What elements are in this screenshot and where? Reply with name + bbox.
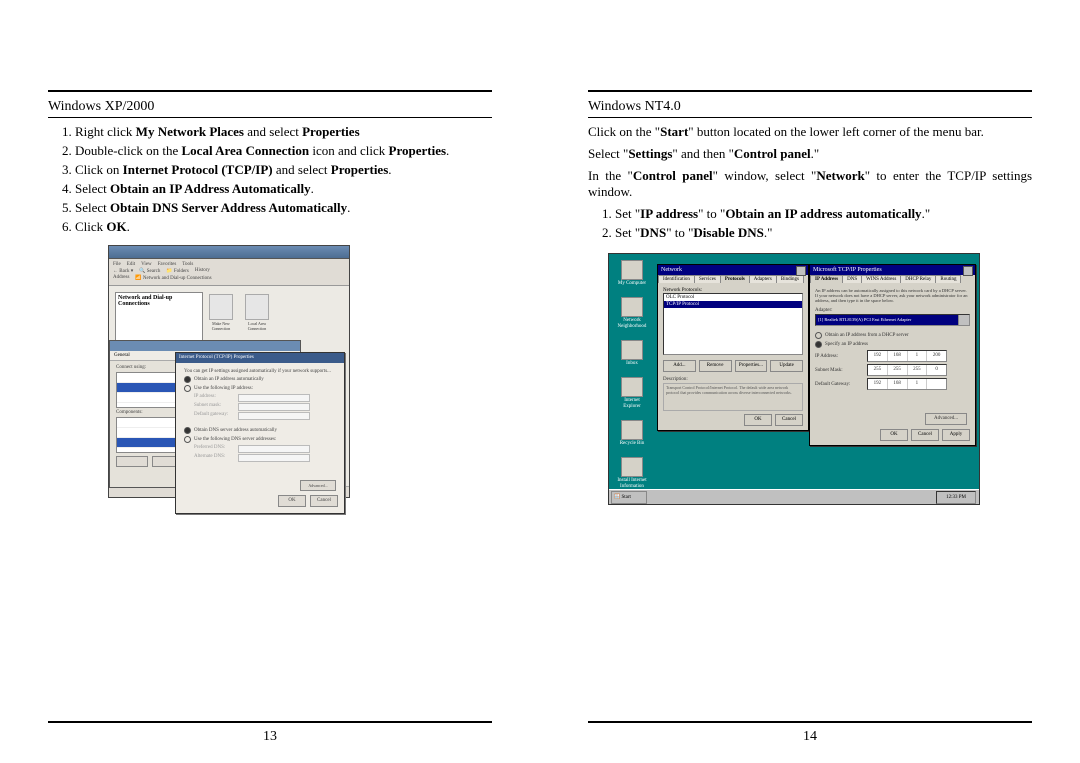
tab-services[interactable]: Services	[694, 275, 721, 283]
step-6: Click OK.	[75, 219, 492, 235]
step-1: Right click My Network Places and select…	[75, 124, 492, 140]
page-right: Windows NT4.0 Click on the "Start" butto…	[540, 0, 1080, 763]
dialog-title: Network	[661, 267, 682, 273]
local-area-connection-icon[interactable]: Local Area Connection	[245, 294, 269, 320]
description-text: Transport Control Protocol/Internet Prot…	[663, 383, 803, 411]
cancel-button[interactable]: Cancel	[911, 429, 939, 441]
make-new-connection-icon[interactable]: Make New Connection	[209, 294, 233, 320]
window-titlebar	[109, 246, 349, 259]
rule-top	[588, 90, 1032, 92]
adapter-label: Adapter:	[815, 308, 970, 313]
radio-use-dns[interactable]: Use the following DNS server addresses:	[184, 436, 336, 443]
screenshot-xp: FileEditViewFavoritesTools ← Back ▾🔍 Sea…	[108, 245, 350, 498]
heading-xp2000: Windows XP/2000	[48, 99, 492, 115]
ok-button[interactable]: OK	[744, 414, 772, 426]
network-dialog: Network Identification Services Protocol…	[657, 264, 809, 431]
explorer-toolbar: FileEditViewFavoritesTools ← Back ▾🔍 Sea…	[109, 259, 349, 286]
advanced-button[interactable]: Advanced...	[925, 413, 967, 425]
desktop-icons: My Computer Network Neighborhood Inbox I…	[615, 260, 649, 490]
taskbar: 🪟 Start 12:33 PM	[609, 489, 979, 504]
rule-under	[588, 117, 1032, 118]
radio-use-ip[interactable]: Use the following IP address:	[184, 385, 336, 392]
list-item[interactable]: TCP/IP Protocol	[664, 301, 802, 308]
page-number: 13	[0, 729, 540, 745]
ok-button[interactable]: OK	[278, 495, 306, 507]
screenshot-nt4: My Computer Network Neighborhood Inbox I…	[608, 253, 980, 505]
page-spread: Windows XP/2000 Right click My Network P…	[0, 0, 1080, 763]
list-item[interactable]: OLC Protocol	[664, 294, 802, 301]
update-button[interactable]: Update	[770, 360, 803, 372]
default-gateway-field[interactable]: Default Gateway: 1921681	[815, 378, 970, 390]
nt-step-1: Set "IP address" to "Obtain an IP addres…	[615, 206, 1032, 222]
tab-wins[interactable]: WINS Address	[861, 275, 901, 283]
para-2: Select "Settings" and then "Control pane…	[588, 146, 1032, 162]
ie-icon[interactable]: Internet Explorer	[615, 377, 649, 410]
nt-step-2: Set "DNS" to "Disable DNS."	[615, 225, 1032, 241]
cancel-button[interactable]: Cancel	[310, 495, 338, 507]
info-text: An IP address can be automatically assig…	[815, 288, 970, 303]
tcpip-properties-dialog: Microsoft TCP/IP Properties IP Address D…	[809, 264, 976, 446]
dialog-title: Microsoft TCP/IP Properties	[813, 267, 882, 273]
recycle-bin-icon[interactable]: Recycle Bin	[615, 420, 649, 447]
step-2: Double-click on the Local Area Connectio…	[75, 143, 492, 159]
tcpip-properties-dialog: Internet Protocol (TCP/IP) Properties Yo…	[175, 352, 345, 514]
steps-list: Right click My Network Places and select…	[48, 124, 492, 235]
radio-specify-ip[interactable]: Specify an IP address	[815, 341, 970, 348]
para-3: In the "Control panel" window, select "N…	[588, 168, 1032, 200]
footer-rule	[48, 721, 492, 723]
tab-dns[interactable]: DNS	[842, 275, 862, 283]
step-3: Click on Internet Protocol (TCP/IP) and …	[75, 162, 492, 178]
iis-setup-icon[interactable]: Install Internet Information	[615, 457, 649, 490]
radio-dhcp[interactable]: Obtain an IP address from a DHCP server	[815, 332, 970, 339]
advanced-button[interactable]: Advanced...	[300, 480, 336, 491]
page-number: 14	[540, 729, 1080, 745]
subnet-mask-field[interactable]: Subnet Mask: 2552552550	[815, 364, 970, 376]
clock: 12:33 PM	[936, 491, 976, 504]
adapter-combobox[interactable]: [1] Realtek RTL8139(A) PCI Fast Ethernet…	[815, 314, 970, 326]
ip-address-field[interactable]: IP Address: 1921681200	[815, 350, 970, 362]
tab-adapters[interactable]: Adapters	[749, 275, 777, 283]
add-button[interactable]: Add...	[663, 360, 696, 372]
tab-ipaddress[interactable]: IP Address	[810, 275, 843, 283]
tab-identification[interactable]: Identification	[658, 275, 695, 283]
apply-button[interactable]: Apply	[942, 429, 970, 441]
tab-routing[interactable]: Routing	[935, 275, 961, 283]
radio-obtain-ip[interactable]: Obtain an IP address automatically	[184, 376, 336, 383]
close-icon[interactable]	[963, 266, 973, 276]
steps-list-nt: Set "IP address" to "Obtain an IP addres…	[588, 206, 1032, 241]
step-5: Select Obtain DNS Server Address Automat…	[75, 200, 492, 216]
network-neighborhood-icon[interactable]: Network Neighborhood	[615, 297, 649, 330]
pane-title: Network and Dial-up Connections	[116, 293, 202, 309]
heading-nt4: Windows NT4.0	[588, 99, 1032, 115]
start-button[interactable]: 🪟 Start	[611, 491, 647, 504]
step-4: Select Obtain an IP Address Automaticall…	[75, 181, 492, 197]
radio-obtain-dns[interactable]: Obtain DNS server address automatically	[184, 427, 336, 434]
description-label: Description:	[663, 377, 803, 382]
inbox-icon[interactable]: Inbox	[615, 340, 649, 367]
ok-button[interactable]: OK	[880, 429, 908, 441]
tab-bindings[interactable]: Bindings	[776, 275, 804, 283]
para-1: Click on the "Start" button located on t…	[588, 124, 1032, 140]
my-computer-icon[interactable]: My Computer	[615, 260, 649, 287]
footer-rule	[588, 721, 1032, 723]
tab-dhcp[interactable]: DHCP Relay	[900, 275, 936, 283]
protocols-listbox[interactable]: OLC Protocol TCP/IP Protocol	[663, 293, 803, 355]
close-icon[interactable]	[796, 266, 806, 276]
properties-button[interactable]: Properties...	[735, 360, 768, 372]
page-left: Windows XP/2000 Right click My Network P…	[0, 0, 540, 763]
rule-top	[48, 90, 492, 92]
tab-protocols[interactable]: Protocols	[720, 275, 750, 283]
dialog-title: Internet Protocol (TCP/IP) Properties	[176, 353, 344, 363]
remove-button[interactable]: Remove	[699, 360, 732, 372]
cancel-button[interactable]: Cancel	[775, 414, 803, 426]
chevron-down-icon[interactable]	[958, 315, 969, 325]
rule-under	[48, 117, 492, 118]
